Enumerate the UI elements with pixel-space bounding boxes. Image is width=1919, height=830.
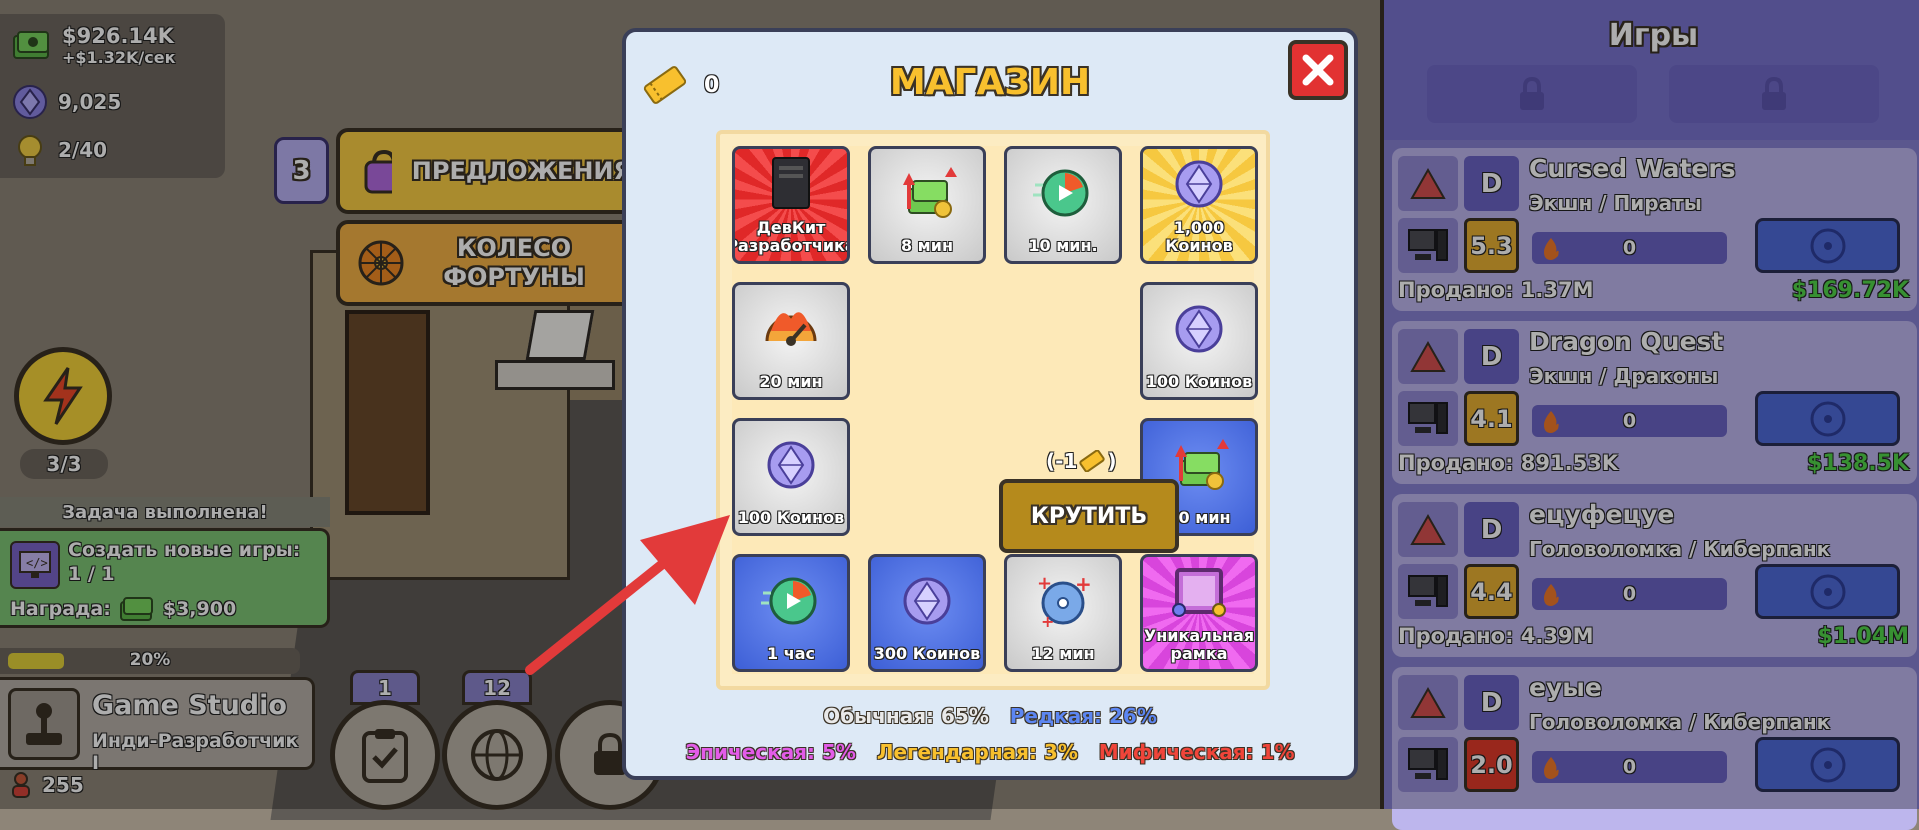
prize-cell: Уникальная рамка — [1140, 554, 1258, 672]
prize-cell: 100 Коинов — [732, 418, 850, 536]
odds-common: Обычная: 65% — [823, 704, 989, 728]
devkit-icon — [765, 149, 817, 219]
close-icon — [1302, 54, 1334, 86]
hype-meter-icon — [761, 285, 821, 373]
prize-cell: ДевКит Разработчика — [732, 146, 850, 264]
odds-row-1: Обычная: 65% Редкая: 26% — [626, 704, 1354, 728]
prize-label: 300 Коинов — [873, 644, 981, 663]
spin-cost-close: ) — [1107, 449, 1117, 473]
gem-coin-icon — [765, 421, 817, 509]
prize-cell: 100 Коинов — [1140, 282, 1258, 400]
svg-text:+: + — [1041, 612, 1054, 629]
speed-clock-icon — [1033, 149, 1093, 237]
odds-legendary: Легендарная: 3% — [876, 740, 1078, 764]
prize-cell: + + +12 мин — [1004, 554, 1122, 672]
svg-text:+: + — [1037, 573, 1052, 594]
prize-label: 100 Коинов — [737, 508, 845, 527]
prize-label: 100 Коинов — [1145, 372, 1253, 391]
ticket-icon — [1079, 450, 1106, 472]
prize-label: Уникальная рамка — [1143, 626, 1255, 663]
disc-plus-icon: + + + — [1033, 557, 1093, 645]
prize-cell: 300 Коинов — [868, 554, 986, 672]
svg-text:+: + — [1075, 573, 1092, 596]
gem-coin-icon — [1173, 285, 1225, 373]
prize-cell: 20 мин — [732, 282, 850, 400]
gem-coin-icon — [901, 557, 953, 645]
tutorial-arrow-icon — [525, 515, 730, 675]
prize-label: 12 мин — [1031, 644, 1095, 663]
frame-icon — [1171, 557, 1227, 627]
prize-label: 10 мин. — [1028, 236, 1098, 255]
prize-cell: 8 мин — [868, 146, 986, 264]
odds-row-2: Эпическая: 5% Легендарная: 3% Мифическая… — [626, 740, 1354, 764]
odds-mythic: Мифическая: 1% — [1098, 740, 1295, 764]
odds-rare: Редкая: 26% — [1009, 704, 1157, 728]
prize-cell: 10 мин. — [1004, 146, 1122, 264]
prize-label: 1,000 Коинов — [1165, 218, 1233, 255]
prize-cell: 1,000 Коинов — [1140, 146, 1258, 264]
spin-button[interactable]: КРУТИТЬ — [999, 479, 1179, 553]
prize-label: ДевКит Разработчика — [732, 218, 850, 255]
prize-label: 8 мин — [900, 236, 954, 255]
gem-coin-icon — [1173, 149, 1225, 219]
prize-label: 1 час — [767, 644, 815, 663]
prize-board: ДевКит Разработчика 8 мин 10 мин. 1,000 Кои… — [716, 130, 1270, 690]
spin-cost-text: (-1 — [1046, 449, 1078, 473]
odds-epic: Эпическая: 5% — [685, 740, 856, 764]
shop-title: МАГАЗИН — [889, 62, 1091, 103]
cash-boost-icon — [895, 149, 959, 237]
prize-label: 20 мин — [759, 372, 823, 391]
prize-cell: 1 час — [732, 554, 850, 672]
close-button[interactable] — [1288, 40, 1348, 100]
spin-cost: (-1 ) — [1046, 449, 1117, 473]
speed-clock-icon — [761, 557, 821, 645]
